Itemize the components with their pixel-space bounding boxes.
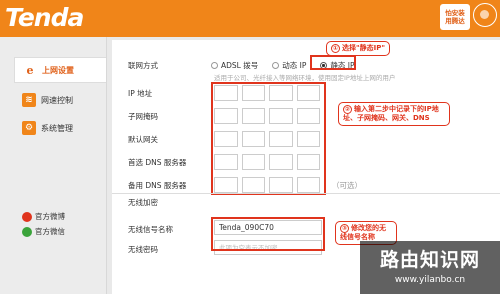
radio-label: 动态 IP: [282, 61, 307, 70]
watermark-url: www.yilanbo.cn: [394, 275, 466, 285]
watermark-title: 路由知识网: [379, 249, 480, 271]
connection-mode-label: 联网方式: [128, 61, 158, 70]
sidebar-item-system-management[interactable]: ⚙ 系统管理: [14, 115, 106, 141]
wireless-section-title: 无线加密: [128, 198, 158, 207]
subnet-mask-label: 子网掩码: [128, 112, 158, 121]
official-weibo-link[interactable]: 官方微博: [22, 211, 65, 222]
section-divider: [112, 193, 500, 194]
secondary-dns-label: 备用 DNS 服务器: [128, 181, 187, 190]
sidebar-item-label: 上网设置: [42, 65, 74, 75]
default-gateway-label: 默认网关: [128, 135, 158, 144]
badge-line-1: 怕安装: [445, 9, 465, 17]
annotation-text: 选择"静态IP": [342, 44, 386, 52]
badge-line-2: 用腾达: [445, 17, 465, 25]
highlight-static-ip: [310, 55, 356, 70]
ie-icon: e: [26, 63, 34, 77]
static-ip-hint: 适用于公司、光纤接入等网络环境，使用固定IP地址上网的用户: [214, 74, 396, 82]
ssid-label: 无线信号名称: [128, 225, 173, 234]
radio-adsl[interactable]: ADSL 拨号: [211, 60, 258, 71]
tenda-logo: Tenda: [5, 3, 84, 32]
site-watermark: 路由知识网 www.yilanbo.cn: [360, 241, 500, 294]
annotation-step-2: ② 输入第二步中记录下的IP地址、子网掩码、网关、DNS: [338, 102, 450, 126]
highlight-wireless-fields: [211, 217, 325, 251]
radio-label: ADSL 拨号: [221, 61, 259, 70]
radio-button[interactable]: [272, 62, 280, 69]
ip-address-label: IP 地址: [128, 89, 153, 98]
radio-dynamic-ip[interactable]: 动态 IP: [272, 60, 306, 71]
sidebar-item-label: 系统管理: [41, 123, 73, 133]
annotation-text: 输入第二步中记录下的IP地址、子网掩码、网关、DNS: [343, 105, 439, 122]
wechat-icon: [22, 226, 32, 237]
primary-dns-label: 首选 DNS 服务器: [128, 158, 187, 167]
sidebar-nav: e 上网设置 ≋ 网速控制 ⚙ 系统管理 官方微博 官方微信: [0, 37, 107, 294]
wifi-password-label: 无线密码: [128, 245, 158, 254]
step-number: ③: [340, 224, 349, 233]
step-number: ①: [331, 44, 340, 53]
optional-note: （可选）: [332, 181, 362, 190]
top-header-bar: Tenda 怕安装 用腾达: [0, 0, 500, 37]
wechat-label: 官方微信: [35, 227, 65, 236]
promo-badge: 怕安装 用腾达: [440, 4, 470, 30]
radio-button[interactable]: [211, 62, 218, 69]
tools-icon: ⚙: [22, 121, 36, 135]
sidebar-item-internet-settings[interactable]: e 上网设置: [14, 57, 106, 83]
step-number: ②: [343, 105, 352, 114]
sidebar-item-label: 网速控制: [41, 95, 73, 105]
highlight-ip-fields: [211, 82, 326, 195]
annotation-step-1: ① 选择"静态IP": [326, 41, 391, 56]
official-wechat-link[interactable]: 官方微信: [22, 226, 65, 237]
weibo-icon: [22, 211, 32, 222]
sidebar-item-speed-control[interactable]: ≋ 网速控制: [14, 87, 106, 113]
speed-icon: ≋: [22, 93, 36, 107]
weibo-label: 官方微博: [35, 212, 65, 221]
seal-icon: [473, 3, 497, 27]
